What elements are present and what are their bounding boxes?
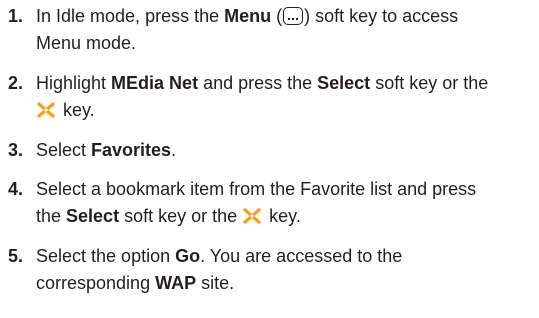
step-text: Highlight MEdia Net and press the Select… [36,73,489,120]
step-text: Select the option Go. You are accessed t… [36,246,403,293]
step-number: 1. [8,6,24,26]
step-4: 4. Select a bookmark item from the Favor… [8,176,533,230]
navigation-key-icon [36,102,56,118]
step-number: 2. [8,73,24,93]
step-1: 1. In Idle mode, press the Menu () soft … [8,3,533,57]
step-text: In Idle mode, press the Menu () soft key… [36,6,459,53]
menu-key-label: Menu [224,6,272,26]
menu-softkey-icon [283,7,304,25]
step-text: Select Favorites. [36,140,177,160]
navigation-key-icon [242,208,262,224]
step-text: Select a bookmark item from the Favorite… [36,179,477,226]
step-number: 4. [8,179,24,199]
step-5: 5. Select the option Go. You are accesse… [8,243,533,297]
instruction-steps: 1. In Idle mode, press the Menu () soft … [0,0,539,318]
step-3: 3. Select Favorites. [8,137,533,164]
step-number: 5. [8,246,24,266]
step-2: 2. Highlight MEdia Net and press the Sel… [8,70,533,124]
step-number: 3. [8,140,24,160]
